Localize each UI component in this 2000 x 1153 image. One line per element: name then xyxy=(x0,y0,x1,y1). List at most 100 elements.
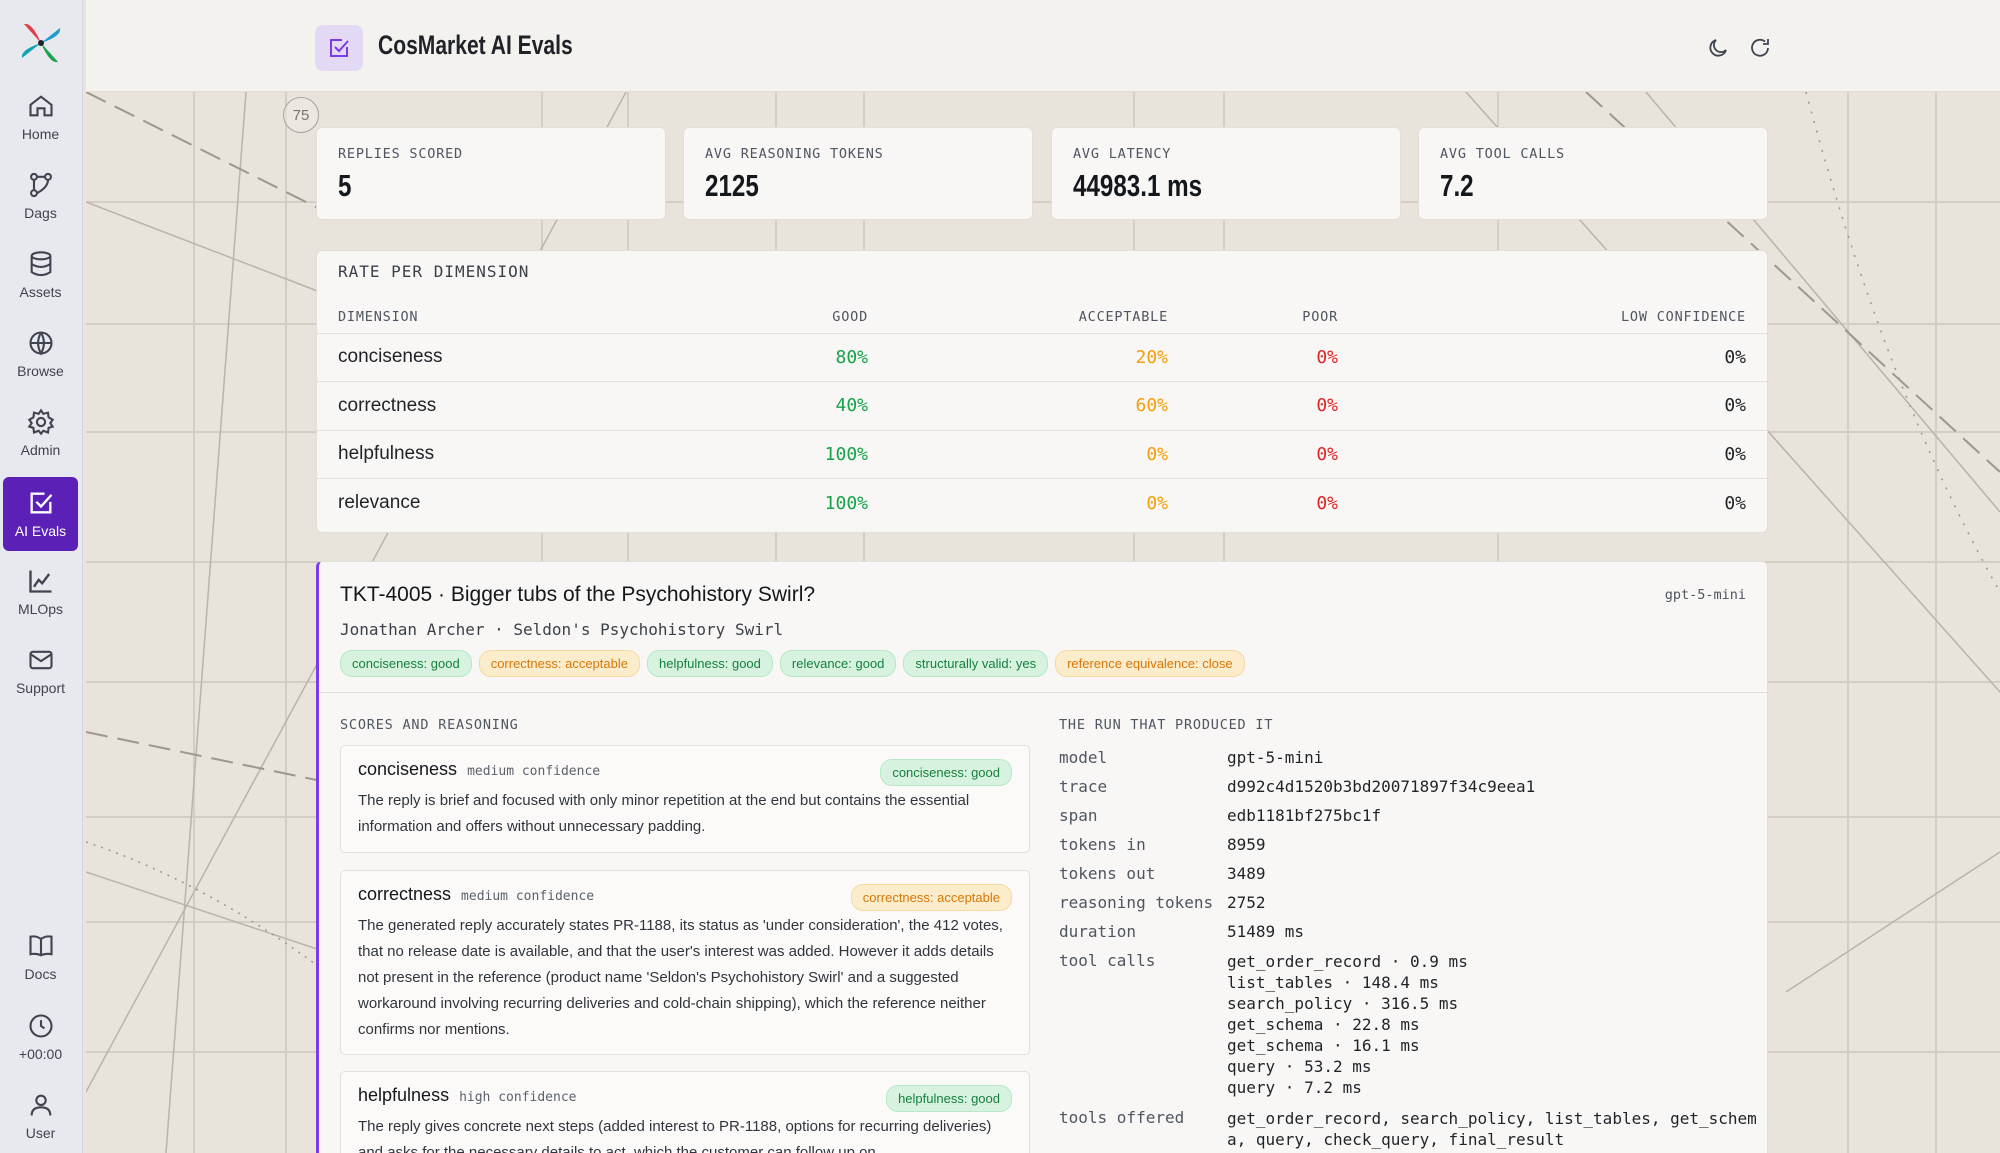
sidebar-item-dags[interactable]: Dags xyxy=(3,159,78,233)
status-badge: helpfulness: good xyxy=(646,650,773,677)
column-header: LOW CONFIDENCE xyxy=(1621,308,1746,325)
score-confidence: high confidence xyxy=(459,1090,577,1105)
sidebar-item-user[interactable]: User xyxy=(3,1079,78,1153)
user-icon xyxy=(30,1094,51,1116)
stat-card-avg-reasoning-tokens: AVG REASONING TOKENS 2125 xyxy=(683,127,1033,220)
ticket-title: TKT-4005 · Bigger tubs of the Psychohist… xyxy=(340,583,816,606)
dimension-cell: conciseness xyxy=(317,332,617,382)
sidebar-item-browse[interactable]: Browse xyxy=(3,317,78,391)
score-box-helpfulness: helpfulness high confidence helpfulness:… xyxy=(340,1071,1030,1153)
run-key: trace xyxy=(1059,777,1108,796)
poor-cell: 0% xyxy=(1168,381,1338,430)
run-key: duration xyxy=(1059,922,1137,941)
good-cell: 40% xyxy=(617,381,868,430)
sidebar-item-label: Assets xyxy=(19,284,62,300)
sidebar-item-label: Admin xyxy=(20,442,61,458)
dimension-cell: relevance xyxy=(317,478,617,527)
acceptable-cell: 20% xyxy=(868,332,1168,382)
sidebar-item-support[interactable]: Support xyxy=(3,634,78,708)
table-row: conciseness 80% 20% 0% 0% xyxy=(317,332,1767,382)
run-row-duration: duration 51489 ms xyxy=(1059,922,1759,951)
run-key: tool calls xyxy=(1059,951,1156,970)
acceptable-cell: 0% xyxy=(868,429,1168,479)
run-value: 2752 xyxy=(1227,893,1266,912)
poor-cell: 0% xyxy=(1168,478,1338,527)
low-confidence-cell: 0% xyxy=(1338,332,1767,382)
checkbox-icon xyxy=(30,492,52,514)
score-name: helpfulness xyxy=(358,1085,450,1105)
rate-per-dimension-card: RATE PER DIMENSION DIMENSION GOOD ACCEPT… xyxy=(316,250,1768,533)
sidebar-item-label: MLOps xyxy=(17,601,64,617)
run-value: gpt-5-mini xyxy=(1227,748,1324,767)
run-key: span xyxy=(1059,806,1098,825)
sidebar-item-timezone[interactable]: +00:00 xyxy=(3,1000,78,1074)
run-key: tokens out xyxy=(1059,864,1156,883)
good-cell: 100% xyxy=(617,429,868,479)
run-value: 8959 xyxy=(1227,835,1266,854)
tools-offered-line: get_order_record, search_policy, list_ta… xyxy=(1227,1109,1757,1128)
column-header: ACCEPTABLE xyxy=(1078,308,1168,325)
run-row-span: span edb1181bf275bc1f xyxy=(1059,806,1759,835)
run-row-tokens-in: tokens in 8959 xyxy=(1059,835,1759,864)
stat-value: 7.2 xyxy=(1440,168,1474,203)
acceptable-cell: 0% xyxy=(868,478,1168,527)
sidebar-item-label: Dags xyxy=(24,205,57,221)
globe-icon xyxy=(28,331,53,356)
sidebar-item-docs[interactable]: Docs xyxy=(3,920,78,994)
column-header: POOR xyxy=(1302,308,1338,325)
run-details: model gpt-5-mini trace d992c4d1520b3bd20… xyxy=(1059,748,1759,1150)
run-value: get_order_record · 0.9 ms list_tables · … xyxy=(1227,951,1759,1108)
run-row-trace: trace d992c4d1520b3bd20071897f34c9eea1 xyxy=(1059,777,1759,806)
poor-cell: 0% xyxy=(1168,429,1338,479)
score-reasoning: The generated reply accurately states PR… xyxy=(358,917,1003,1038)
sidebar-item-assets[interactable]: Assets xyxy=(3,238,78,312)
ticket-tags: conciseness: good correctness: acceptabl… xyxy=(340,650,1245,677)
dimension-cell: correctness xyxy=(317,381,617,430)
stat-card-avg-latency: AVG LATENCY 44983.1 ms xyxy=(1051,127,1401,220)
status-badge: relevance: good xyxy=(779,650,897,677)
run-key: reasoning tokens xyxy=(1059,893,1214,912)
table-row: relevance 100% 0% 0% 0% xyxy=(317,478,1767,527)
sidebar-item-mlops[interactable]: MLOps xyxy=(3,555,78,629)
run-key: tools offered xyxy=(1059,1108,1185,1127)
run-value: d992c4d1520b3bd20071897f34c9eea1 xyxy=(1227,777,1536,796)
low-confidence-cell: 0% xyxy=(1338,478,1767,527)
checkbox-icon xyxy=(330,39,349,57)
stat-card-avg-tool-calls: AVG TOOL CALLS 7.2 xyxy=(1418,127,1768,220)
ticket-card[interactable]: TKT-4005 · Bigger tubs of the Psychohist… xyxy=(316,561,1768,1153)
sidebar-item-label: Docs xyxy=(24,966,57,982)
page-header: CosMarket AI Evals xyxy=(86,0,2000,92)
chart-icon xyxy=(28,570,51,593)
moon-icon[interactable] xyxy=(1706,36,1730,60)
clock-icon xyxy=(28,1014,53,1038)
run-value: 3489 xyxy=(1227,864,1266,883)
sidebar-item-admin[interactable]: Admin xyxy=(3,396,78,470)
gear-icon xyxy=(27,408,54,436)
stat-label: AVG TOOL CALLS xyxy=(1440,146,1565,162)
status-badge: correctness: acceptable xyxy=(850,884,1012,911)
sidebar-item-home[interactable]: Home xyxy=(3,80,78,154)
score-box-conciseness: conciseness medium confidence concisenes… xyxy=(340,745,1030,853)
app-icon xyxy=(315,25,363,71)
ticket-model: gpt-5-mini xyxy=(1664,587,1746,603)
tool-call-item: get_schema · 16.1 ms xyxy=(1227,1036,1420,1055)
run-row-tools-offered: tools offered get_order_record, search_p… xyxy=(1059,1108,1759,1150)
score-name: conciseness xyxy=(358,759,458,779)
sidebar-item-ai-evals[interactable]: AI Evals xyxy=(3,477,78,551)
good-cell: 100% xyxy=(617,478,868,527)
dimension-cell: helpfulness xyxy=(317,429,617,479)
status-badge: helpfulness: good xyxy=(886,1085,1012,1112)
score-name: correctness xyxy=(358,884,452,904)
stat-card-replies-scored: REPLIES SCORED 5 xyxy=(316,127,666,220)
tool-call-item: query · 7.2 ms xyxy=(1227,1078,1362,1097)
stat-label: REPLIES SCORED xyxy=(338,146,463,162)
refresh-icon[interactable] xyxy=(1748,36,1772,60)
poor-cell: 0% xyxy=(1168,332,1338,382)
column-header: DIMENSION xyxy=(338,308,419,325)
score-confidence: medium confidence xyxy=(467,764,601,779)
home-icon xyxy=(28,95,53,117)
score-box-correctness: correctness medium confidence correctnes… xyxy=(340,870,1030,1055)
sidebar-item-label: User xyxy=(25,1125,56,1141)
run-row-reasoning-tokens: reasoning tokens 2752 xyxy=(1059,893,1759,922)
ticket-subtitle: Jonathan Archer · Seldon's Psychohistory… xyxy=(340,620,784,639)
